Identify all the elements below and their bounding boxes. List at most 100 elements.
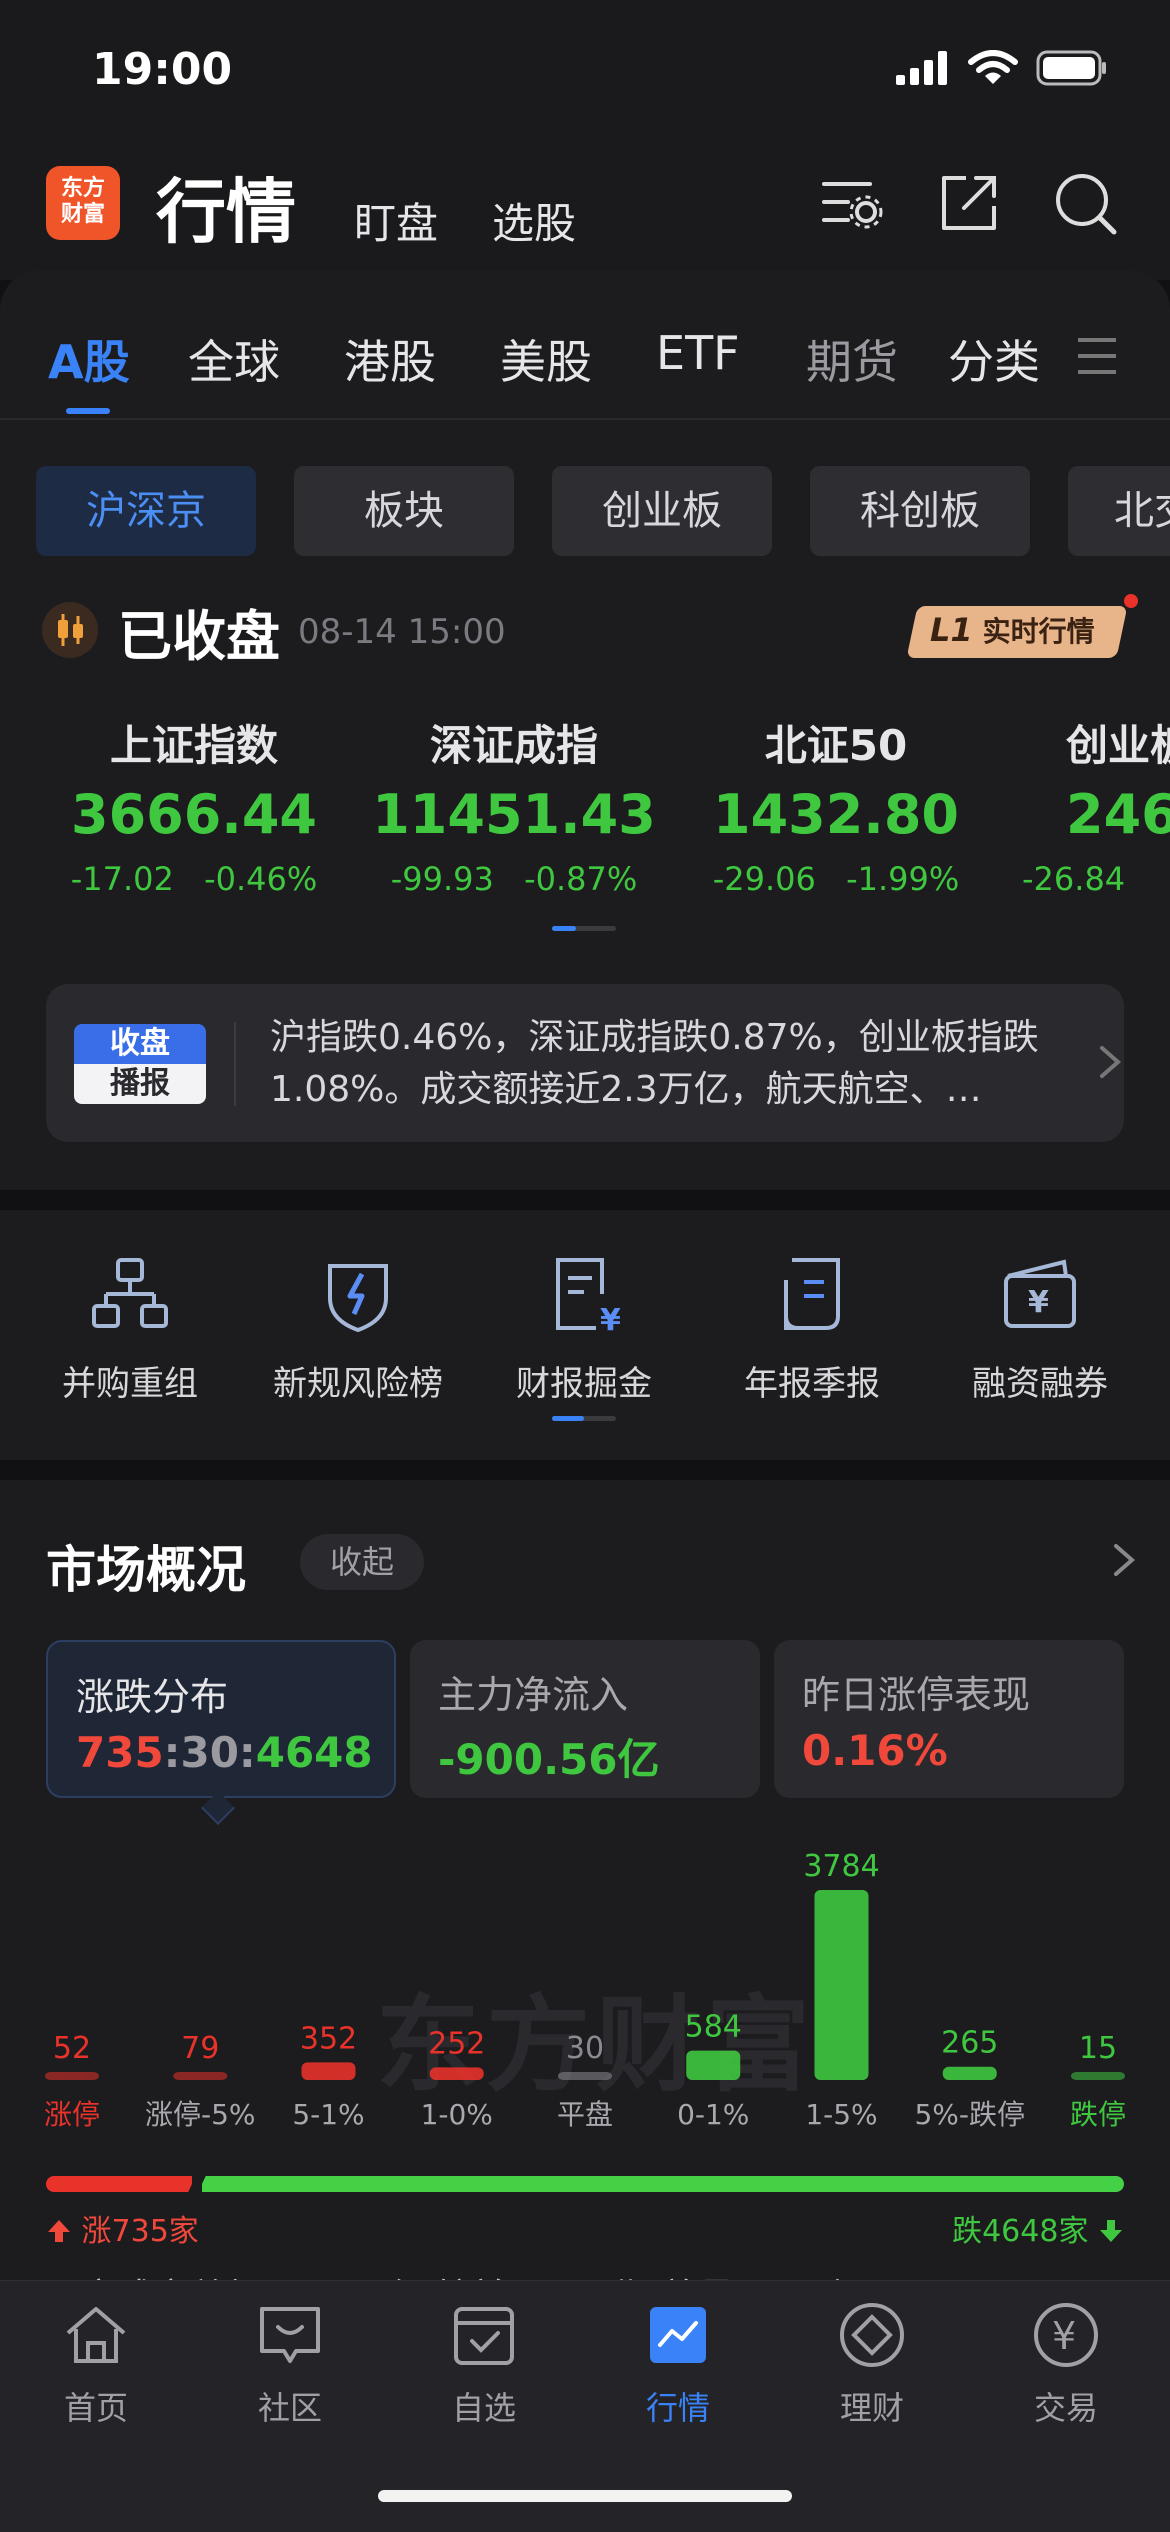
collapse-button[interactable]: 收起 bbox=[300, 1534, 424, 1590]
watchlist-icon bbox=[454, 2307, 514, 2365]
trade-icon: ¥ bbox=[1034, 2303, 1098, 2367]
l1-realtime-text: L1 实时行情 bbox=[930, 611, 1095, 649]
board-chips: 沪深京 板块 创业板 科创板 北交 bbox=[0, 466, 1170, 558]
tab-categories[interactable]: 分类 bbox=[948, 326, 1040, 392]
battery-icon bbox=[1036, 50, 1106, 86]
index-carousel[interactable]: 上证指数 3666.44 -17.02 -0.46% 深证成指 11451.43… bbox=[0, 712, 1170, 932]
tool-earnings-gold[interactable]: ¥ 财报掘金 bbox=[474, 1250, 694, 1405]
tab-us-shares[interactable]: 美股 bbox=[500, 326, 592, 392]
tab-stock-picker[interactable]: 选股 bbox=[492, 190, 576, 251]
app-logo: 东方 财富 bbox=[46, 166, 120, 240]
community-icon bbox=[260, 2307, 320, 2363]
chip-star-market[interactable]: 科创板 bbox=[810, 466, 1030, 556]
tab-etf[interactable]: ETF bbox=[656, 326, 740, 380]
market-tabs: A股 全球 港股 美股 ETF 期货 分类 bbox=[0, 300, 1170, 420]
chip-sector[interactable]: 板块 bbox=[294, 466, 514, 556]
org-chart-icon bbox=[92, 1258, 168, 1328]
svg-text:¥: ¥ bbox=[1052, 2314, 1076, 2358]
nav-market[interactable]: 行情 bbox=[598, 2299, 758, 2429]
page-title: 行情 bbox=[156, 171, 296, 253]
svg-text:¥: ¥ bbox=[1028, 1285, 1049, 1320]
index-card[interactable]: 上证指数 3666.44 -17.02 -0.46% bbox=[34, 712, 354, 898]
section-gap bbox=[0, 1460, 1170, 1480]
category-label: 5%-跌停 bbox=[914, 2098, 1025, 2130]
tool-annual-reports[interactable]: 年报季报 bbox=[702, 1250, 922, 1405]
chip-shanghai-shenzhen-beijing[interactable]: 沪深京 bbox=[36, 466, 256, 556]
tab-hk-shares[interactable]: 港股 bbox=[344, 326, 436, 392]
index-card[interactable]: 深证成指 11451.43 -99.93 -0.87% bbox=[354, 712, 674, 898]
chip-chinext[interactable]: 创业板 bbox=[552, 466, 772, 556]
market-status: 已收盘 bbox=[118, 605, 280, 668]
tool-mergers[interactable]: 并购重组 bbox=[20, 1250, 240, 1405]
tab-global[interactable]: 全球 bbox=[188, 326, 280, 392]
market-icon bbox=[650, 2307, 706, 2363]
tool-margin-trading[interactable]: ¥ 融资融券 bbox=[930, 1250, 1150, 1405]
category-label: 0-1% bbox=[677, 2098, 749, 2130]
status-bar: 19:00 bbox=[0, 0, 1170, 150]
nav-watchlist[interactable]: 自选 bbox=[404, 2299, 564, 2429]
tab-watch[interactable]: 盯盘 bbox=[354, 190, 438, 251]
search-icon[interactable] bbox=[1052, 170, 1118, 236]
broadcast-text: 沪指跌0.46%，深证成指跌0.87%，创业板指跌1.08%。成交额接近2.3万… bbox=[270, 1017, 1039, 1110]
tab-underline bbox=[66, 408, 110, 414]
bar-value-label: 352 bbox=[300, 2021, 357, 2056]
share-icon[interactable] bbox=[936, 170, 1002, 236]
tools-page-indicator bbox=[552, 1416, 616, 1421]
category-label: 涨停 bbox=[44, 2098, 100, 2130]
bar-value-label: 3784 bbox=[803, 1849, 879, 1884]
bar-8 bbox=[1071, 2072, 1125, 2080]
broadcast-badge: 收盘 播报 bbox=[74, 1024, 206, 1104]
category-label: 5-1% bbox=[292, 2098, 364, 2130]
home-icon bbox=[66, 2307, 126, 2363]
up-down-ratio-bar bbox=[46, 2174, 1124, 2194]
tool-grid: 并购重组 新规风险榜 ¥ 财报掘金 年报季报 ¥ 融资融券 bbox=[0, 1210, 1170, 1460]
svg-text:¥: ¥ bbox=[600, 1303, 621, 1338]
chevron-right-icon bbox=[1100, 1046, 1122, 1078]
ratio-up-segment bbox=[46, 2176, 192, 2192]
nav-home[interactable]: 首页 bbox=[16, 2299, 176, 2429]
shield-lightning-icon bbox=[328, 1264, 388, 1333]
bar-value-label: 584 bbox=[685, 2010, 742, 2045]
distribution-chart: 52 涨停 79 涨停-5% 352 5-1% 252 1-0% 30 平盘 584 0-1% 3784… bbox=[44, 1849, 1126, 2130]
bar-5 bbox=[686, 2050, 741, 2080]
list-settings-icon[interactable] bbox=[818, 170, 884, 236]
section-gap bbox=[0, 1190, 1170, 1210]
tab-a-shares[interactable]: A股 bbox=[48, 326, 130, 392]
cellular-signal-icon bbox=[896, 51, 947, 85]
card-main-net-inflow[interactable]: 主力净流入 -900.56亿 bbox=[410, 1640, 760, 1798]
up-count: 涨735家 bbox=[46, 2206, 199, 2250]
report-yuan-icon: ¥ bbox=[556, 1258, 621, 1338]
bar-0 bbox=[45, 2072, 99, 2080]
candlestick-icon bbox=[42, 602, 98, 658]
bar-1 bbox=[173, 2072, 228, 2080]
card-yesterday-limit-up[interactable]: 昨日涨停表现 0.16% bbox=[774, 1640, 1124, 1798]
divider bbox=[234, 1022, 236, 1106]
market-datetime: 08-14 15:00 bbox=[298, 612, 506, 652]
index-card[interactable]: 创业板 2469 -26.84 bbox=[996, 712, 1170, 898]
arrow-down-icon bbox=[1100, 2220, 1122, 2242]
index-card[interactable]: 北证50 1432.80 -29.06 -1.99% bbox=[676, 712, 996, 898]
category-label: 涨停-5% bbox=[145, 2098, 256, 2130]
nav-trade[interactable]: ¥ 交易 bbox=[986, 2299, 1146, 2429]
app-bar: 东方 财富 行情 盯盘 选股 bbox=[0, 150, 1170, 280]
tab-futures[interactable]: 期货 bbox=[806, 326, 898, 392]
closing-broadcast[interactable]: 收盘 播报 沪指跌0.46%，深证成指跌0.87%，创业板指跌1.08%。成交额… bbox=[46, 984, 1124, 1142]
nav-wealth[interactable]: 理财 bbox=[792, 2299, 952, 2429]
status-time: 19:00 bbox=[92, 44, 233, 95]
tool-risk-list[interactable]: 新规风险榜 bbox=[248, 1250, 468, 1405]
card-up-down-distribution[interactable]: 涨跌分布 735:30:4648 bbox=[46, 1640, 396, 1798]
category-label: 平盘 bbox=[557, 2098, 613, 2130]
category-label: 跌停 bbox=[1070, 2098, 1126, 2130]
chevron-right-icon[interactable] bbox=[1104, 1540, 1144, 1580]
chip-beijing[interactable]: 北交 bbox=[1068, 466, 1170, 556]
bar-3 bbox=[429, 2067, 484, 2080]
bar-2 bbox=[301, 2062, 356, 2080]
category-label: 1-5% bbox=[805, 2098, 877, 2130]
status-icons bbox=[896, 50, 1108, 86]
bar-value-label: 15 bbox=[1079, 2031, 1117, 2066]
bar-value-label: 30 bbox=[566, 2031, 604, 2066]
category-label: 1-0% bbox=[421, 2098, 493, 2130]
nav-community[interactable]: 社区 bbox=[210, 2299, 370, 2429]
tabs-menu-icon[interactable] bbox=[1076, 336, 1118, 376]
wifi-icon bbox=[968, 50, 1018, 84]
